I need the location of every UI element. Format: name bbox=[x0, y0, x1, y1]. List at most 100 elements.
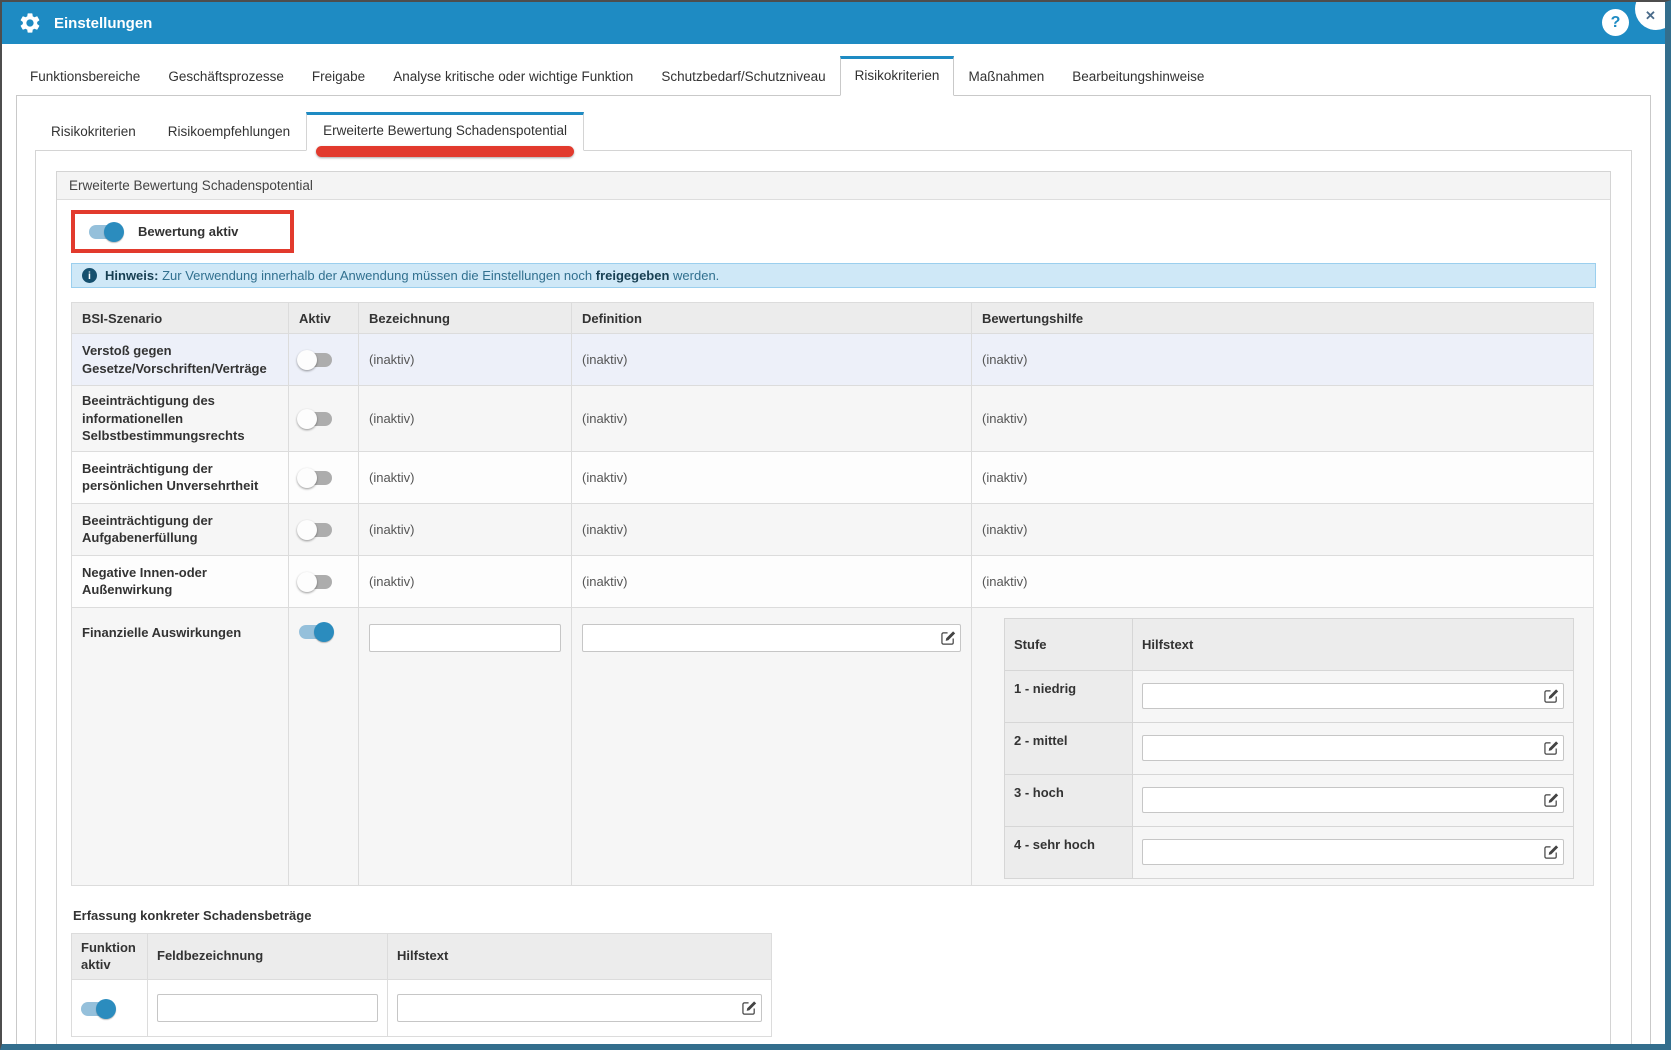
level-row: 4 - sehr hoch bbox=[1005, 826, 1574, 878]
definition-value: (inaktiv) bbox=[572, 555, 972, 607]
edit-icon[interactable] bbox=[1544, 741, 1559, 756]
table-row: Beeinträchtigung der persönlichen Unvers… bbox=[72, 451, 1594, 503]
edit-icon[interactable] bbox=[1544, 689, 1559, 704]
tab-schutzbedarf-schutzniveau[interactable]: Schutzbedarf/Schutzniveau bbox=[647, 58, 839, 96]
col-bewertungshilfe: Bewertungshilfe bbox=[972, 303, 1594, 334]
hilfstext-input[interactable] bbox=[1142, 735, 1564, 761]
table-row: Verstoß gegen Gesetze/Vorschriften/Vertr… bbox=[72, 334, 1594, 386]
definition-value: (inaktiv) bbox=[572, 451, 972, 503]
definition-value: (inaktiv) bbox=[572, 334, 972, 386]
definition-value: (inaktiv) bbox=[572, 386, 972, 452]
toggle-knob bbox=[297, 468, 317, 488]
bezeichnung-input[interactable] bbox=[369, 624, 561, 652]
subtab-label: Erweiterte Bewertung Schadenspotential bbox=[323, 123, 567, 138]
subtab-risikokriterien[interactable]: Risikokriterien bbox=[35, 114, 152, 151]
tab-geschaeftsprozesse[interactable]: Geschäftsprozesse bbox=[154, 58, 298, 96]
footer-actions: Alle speichern ✔ Freigeben bbox=[71, 1047, 1596, 1050]
scenario-label: Verstoß gegen Gesetze/Vorschriften/Vertr… bbox=[72, 334, 289, 386]
hilfstext-input[interactable] bbox=[1142, 683, 1564, 709]
col-hilfstext: Hilfstext bbox=[1133, 618, 1574, 670]
schadensbetraege-table: Funktion aktiv Feldbezeichnung Hilfstext bbox=[71, 933, 772, 1038]
funktion-aktiv-toggle[interactable] bbox=[81, 1002, 114, 1016]
scenario-label: Beeinträchtigung der Aufgabenerfüllung bbox=[72, 503, 289, 555]
level-label: 4 - sehr hoch bbox=[1005, 826, 1133, 878]
tab-analyse-kritische-funktion[interactable]: Analyse kritische oder wichtige Funktion bbox=[379, 58, 647, 96]
bsi-szenario-table: BSI-Szenario Aktiv Bezeichnung Definitio… bbox=[71, 302, 1594, 886]
col-hilfstext: Hilfstext bbox=[388, 933, 772, 980]
hilfstext-input[interactable] bbox=[397, 994, 762, 1022]
feldbezeichnung-input[interactable] bbox=[157, 994, 378, 1022]
tab-content: Risikokriterien Risikoempfehlungen Erwei… bbox=[16, 95, 1651, 1050]
level-row: 1 - niedrig bbox=[1005, 670, 1574, 722]
tab-freigabe[interactable]: Freigabe bbox=[298, 58, 379, 96]
col-funktion-aktiv: Funktion aktiv bbox=[72, 933, 148, 980]
save-all-button[interactable]: Alle speichern bbox=[1338, 1047, 1478, 1050]
hilfstext-input[interactable] bbox=[1142, 787, 1564, 813]
aktiv-toggle[interactable] bbox=[299, 412, 332, 426]
question-mark-icon: ? bbox=[1611, 14, 1621, 32]
subtab-content: Erweiterte Bewertung Schadenspotential B… bbox=[35, 150, 1632, 1050]
panel-title: Erweiterte Bewertung Schadenspotential bbox=[57, 172, 1610, 200]
bezeichnung-value: (inaktiv) bbox=[359, 451, 572, 503]
table-header-row: BSI-Szenario Aktiv Bezeichnung Definitio… bbox=[72, 303, 1594, 334]
close-icon: ✕ bbox=[1645, 8, 1656, 24]
damage-row bbox=[72, 980, 772, 1037]
bezeichnung-value: (inaktiv) bbox=[359, 386, 572, 452]
tab-risikokriterien[interactable]: Risikokriterien bbox=[840, 56, 955, 96]
edit-icon[interactable] bbox=[941, 630, 956, 645]
settings-window: Einstellungen ? ✕ Funktionsbereiche Gesc… bbox=[0, 0, 1671, 1050]
damage-section-title: Erfassung konkreter Schadensbeträge bbox=[73, 908, 1596, 923]
col-bezeichnung: Bezeichnung bbox=[359, 303, 572, 334]
bewertung-aktiv-toggle[interactable] bbox=[89, 225, 122, 239]
edit-icon[interactable] bbox=[1544, 845, 1559, 860]
scenario-label: Finanzielle Auswirkungen bbox=[72, 607, 289, 885]
definition-value: (inaktiv) bbox=[572, 503, 972, 555]
edit-icon[interactable] bbox=[742, 1001, 757, 1016]
damage-header-row: Funktion aktiv Feldbezeichnung Hilfstext bbox=[72, 933, 772, 980]
aktiv-toggle[interactable] bbox=[299, 353, 332, 367]
annotation-underline bbox=[316, 146, 574, 157]
notice-text: Hinweis: Zur Verwendung innerhalb der An… bbox=[105, 268, 719, 283]
toggle-knob bbox=[104, 222, 124, 242]
aktiv-toggle[interactable] bbox=[299, 575, 332, 589]
subtab-risikoempfehlungen[interactable]: Risikoempfehlungen bbox=[152, 114, 306, 151]
toggle-knob bbox=[297, 350, 317, 370]
toggle-knob bbox=[96, 999, 116, 1019]
subtab-erweiterte-bewertung[interactable]: Erweiterte Bewertung Schadenspotential bbox=[306, 112, 584, 151]
toggle-knob bbox=[297, 520, 317, 540]
tab-funktionsbereiche[interactable]: Funktionsbereiche bbox=[16, 58, 154, 96]
aktiv-toggle[interactable] bbox=[299, 625, 332, 639]
edit-icon[interactable] bbox=[1544, 793, 1559, 808]
gear-icon bbox=[18, 11, 42, 35]
scenario-label: Negative Innen-oder Außenwirkung bbox=[72, 555, 289, 607]
annotation-box: Bewertung aktiv bbox=[71, 210, 294, 253]
stufe-hilfstext-table: Stufe Hilfstext 1 - niedrig bbox=[1004, 618, 1574, 879]
definition-input[interactable] bbox=[582, 624, 961, 652]
col-feldbezeichnung: Feldbezeichnung bbox=[148, 933, 388, 980]
level-row: 3 - hoch bbox=[1005, 774, 1574, 826]
tab-massnahmen[interactable]: Maßnahmen bbox=[954, 58, 1058, 96]
app-title: Einstellungen bbox=[54, 15, 152, 32]
close-button[interactable]: ✕ bbox=[1635, 0, 1671, 30]
help-button[interactable]: ? bbox=[1602, 9, 1629, 36]
app-header: Einstellungen ? ✕ bbox=[2, 2, 1665, 44]
sub-tabs: Risikokriterien Risikoempfehlungen Erwei… bbox=[35, 112, 1632, 151]
hilfstext-input[interactable] bbox=[1142, 839, 1564, 865]
col-stufe: Stufe bbox=[1005, 618, 1133, 670]
toggle-knob bbox=[297, 572, 317, 592]
level-row: 2 - mittel bbox=[1005, 722, 1574, 774]
col-definition: Definition bbox=[572, 303, 972, 334]
aktiv-toggle[interactable] bbox=[299, 523, 332, 537]
toggle-knob bbox=[297, 409, 317, 429]
aktiv-toggle[interactable] bbox=[299, 471, 332, 485]
level-label: 3 - hoch bbox=[1005, 774, 1133, 826]
table-row: Beeinträchtigung des informationellen Se… bbox=[72, 386, 1594, 452]
release-button[interactable]: ✔ Freigeben bbox=[1484, 1047, 1596, 1050]
main-tabs: Funktionsbereiche Geschäftsprozesse Frei… bbox=[16, 56, 1651, 95]
table-row: Negative Innen-oder Außenwirkung (inakti… bbox=[72, 555, 1594, 607]
tab-bearbeitungshinweise[interactable]: Bearbeitungshinweise bbox=[1058, 58, 1218, 96]
table-row: Beeinträchtigung der Aufgabenerfüllung (… bbox=[72, 503, 1594, 555]
bewertungshilfe-value: (inaktiv) bbox=[972, 503, 1594, 555]
toggle-knob bbox=[314, 622, 334, 642]
bezeichnung-value: (inaktiv) bbox=[359, 503, 572, 555]
